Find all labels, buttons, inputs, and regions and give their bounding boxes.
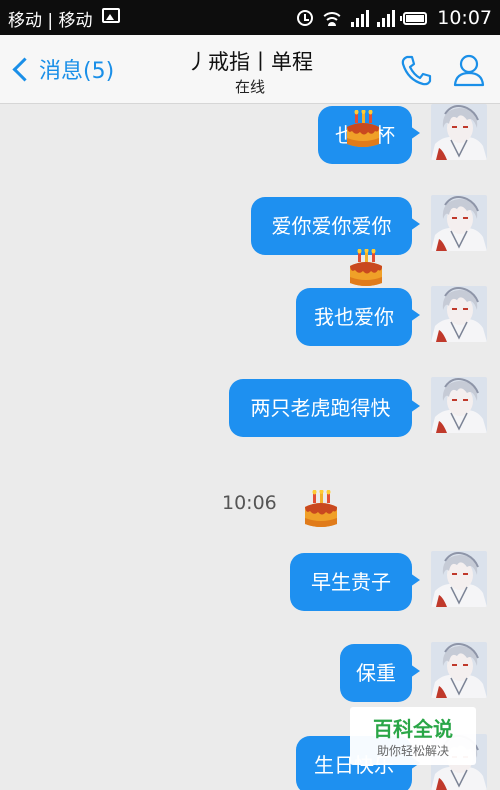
wifi-icon — [321, 10, 344, 26]
birthday-cake-icon — [344, 110, 382, 150]
photo-notification-icon — [102, 8, 120, 23]
message-text: 两只老虎跑得快 — [250, 396, 391, 420]
message-bubble[interactable]: 两只老虎跑得快 — [229, 379, 420, 437]
signal-icon — [351, 9, 370, 27]
message-text: 爱你爱你爱你 — [271, 214, 392, 238]
message-text: 我也爱你 — [314, 305, 394, 329]
avatar[interactable] — [431, 377, 487, 433]
avatar[interactable] — [431, 286, 487, 342]
contact-icon[interactable] — [450, 51, 488, 89]
status-bar: 移动 | 移动 10:07 — [0, 0, 500, 35]
signal-icon-2 — [377, 9, 396, 27]
message-bubble[interactable]: 爱你爱你爱你 — [251, 197, 420, 255]
watermark-title: 百科全说 — [373, 717, 453, 741]
avatar[interactable] — [431, 195, 487, 251]
watermark: 百科全说 助你轻松解决 — [350, 707, 476, 765]
status-icons: 10:07 — [297, 5, 492, 31]
alarm-icon — [297, 10, 314, 26]
message-list[interactable]: 也干杯 爱你爱你爱你 我也爱你 两只老虎跑得快 10:06 早生贵子 保重 生日… — [0, 104, 500, 790]
phone-icon[interactable] — [398, 53, 434, 89]
chat-header: 消息(5) 丿戒指丨单程 在线 — [0, 35, 500, 104]
message-bubble[interactable]: 早生贵子 — [290, 553, 420, 611]
battery-icon — [400, 11, 428, 25]
message-bubble[interactable]: 我也爱你 — [296, 288, 420, 346]
carrier-label: 移动 | 移动 — [8, 11, 93, 31]
message-timestamp: 10:06 — [222, 492, 277, 514]
message-text: 保重 — [356, 661, 396, 685]
watermark-subtitle: 助你轻松解决 — [376, 744, 449, 758]
message-bubble[interactable]: 保重 — [340, 644, 420, 702]
avatar[interactable] — [431, 104, 487, 160]
message-text: 早生贵子 — [311, 570, 391, 594]
avatar[interactable] — [431, 551, 487, 607]
avatar[interactable] — [431, 642, 487, 698]
birthday-cake-icon — [302, 490, 340, 530]
clock: 10:07 — [437, 7, 492, 29]
birthday-cake-icon — [347, 249, 385, 289]
